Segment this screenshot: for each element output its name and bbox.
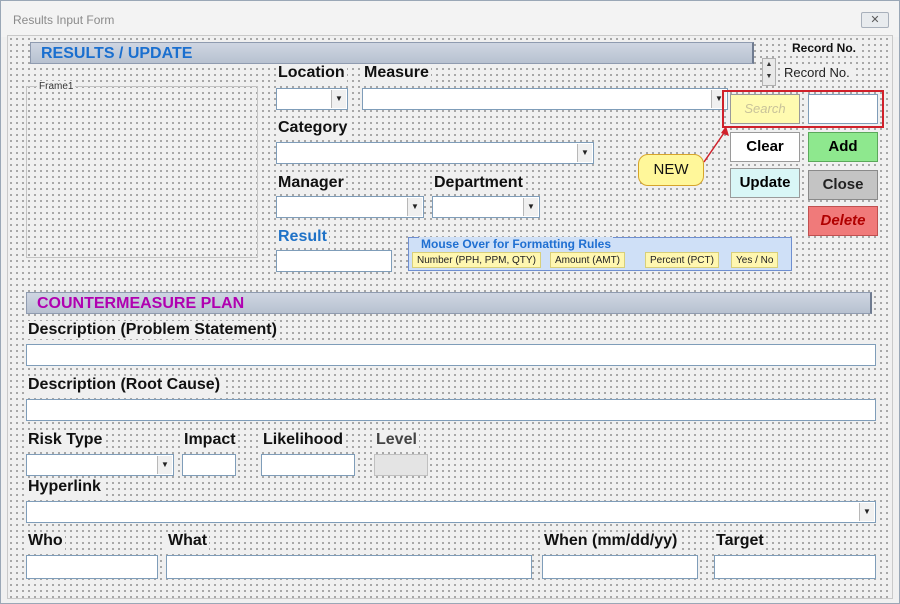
record-no-label: Record No. xyxy=(782,65,852,80)
close-button[interactable]: Close xyxy=(808,170,878,200)
result-input[interactable] xyxy=(276,250,392,272)
risk-type-dropdown[interactable]: ▼ xyxy=(26,454,174,476)
rule-amount[interactable]: Amount (AMT) xyxy=(550,252,626,268)
rule-yes-no[interactable]: Yes / No xyxy=(731,252,779,268)
rule-percent[interactable]: Percent (PCT) xyxy=(645,252,719,268)
department-label: Department xyxy=(432,174,525,192)
problem-statement-label: Description (Problem Statement) xyxy=(26,321,279,339)
close-window-button[interactable]: ✕ xyxy=(861,12,889,28)
frame1: Frame1 xyxy=(26,81,258,258)
update-button[interactable]: Update xyxy=(730,168,800,198)
delete-button[interactable]: Delete xyxy=(808,206,878,236)
manager-dropdown[interactable]: ▼ xyxy=(276,196,424,218)
risk-type-dropdown-arrow-icon[interactable]: ▼ xyxy=(157,456,172,474)
measure-dropdown[interactable]: ▼ xyxy=(362,88,728,110)
category-dropdown-arrow-icon[interactable]: ▼ xyxy=(577,144,592,162)
manager-label: Manager xyxy=(276,174,346,192)
countermeasure-plan-banner: COUNTERMEASURE PLAN xyxy=(26,292,872,314)
search-button[interactable]: Search xyxy=(730,94,800,124)
title-bar: Results Input Form ✕ xyxy=(1,1,899,37)
hyperlink-dropdown[interactable]: ▼ xyxy=(26,501,876,523)
problem-statement-input[interactable] xyxy=(26,344,876,366)
results-input-form-window: Results Input Form ✕ RESULTS / UPDATE Re… xyxy=(0,0,900,604)
formatting-rules-frame: Mouse Over for Formatting Rules Number (… xyxy=(408,237,792,271)
who-input[interactable] xyxy=(26,555,158,579)
result-label: Result xyxy=(276,228,329,246)
root-cause-input[interactable] xyxy=(26,399,876,421)
window-title: Results Input Form xyxy=(13,13,115,27)
location-label: Location xyxy=(276,64,347,82)
risk-type-label: Risk Type xyxy=(26,431,105,449)
root-cause-label: Description (Root Cause) xyxy=(26,376,223,394)
impact-input[interactable] xyxy=(182,454,236,476)
rule-number[interactable]: Number (PPH, PPM, QTY) xyxy=(412,252,541,268)
category-label: Category xyxy=(276,119,350,137)
level-readonly-field xyxy=(374,454,428,476)
measure-label: Measure xyxy=(362,64,431,82)
hyperlink-label: Hyperlink xyxy=(26,478,103,496)
target-input[interactable] xyxy=(714,555,876,579)
manager-dropdown-arrow-icon[interactable]: ▼ xyxy=(407,198,422,216)
category-dropdown[interactable]: ▼ xyxy=(276,142,594,164)
impact-label: Impact xyxy=(182,431,238,449)
likelihood-input[interactable] xyxy=(261,454,355,476)
level-label: Level xyxy=(374,431,419,449)
target-label: Target xyxy=(714,532,766,550)
results-update-banner: RESULTS / UPDATE xyxy=(30,42,754,64)
clear-button[interactable]: Clear xyxy=(730,132,800,162)
form-client-area: RESULTS / UPDATE Record No. ▲ ▼ Record No… xyxy=(7,35,893,599)
what-label: What xyxy=(166,532,210,550)
add-button[interactable]: Add xyxy=(808,132,878,162)
record-no-title: Record No. xyxy=(790,41,859,55)
department-dropdown-arrow-icon[interactable]: ▼ xyxy=(523,198,538,216)
new-callout: NEW xyxy=(638,154,704,186)
who-label: Who xyxy=(26,532,65,550)
record-spin-button[interactable]: ▲ ▼ xyxy=(762,58,776,86)
likelihood-label: Likelihood xyxy=(261,431,345,449)
when-input[interactable] xyxy=(542,555,698,579)
formatting-rules-title: Mouse Over for Formatting Rules xyxy=(419,237,614,251)
hyperlink-dropdown-arrow-icon[interactable]: ▼ xyxy=(859,503,874,521)
countermeasure-plan-banner-text: COUNTERMEASURE PLAN xyxy=(37,295,245,312)
search-input[interactable] xyxy=(808,94,878,124)
frame1-caption: Frame1 xyxy=(37,81,76,92)
results-update-banner-text: RESULTS / UPDATE xyxy=(41,45,193,62)
location-dropdown-arrow-icon[interactable]: ▼ xyxy=(331,90,346,108)
when-label: When (mm/dd/yy) xyxy=(542,532,680,550)
what-input[interactable] xyxy=(166,555,532,579)
location-dropdown[interactable]: ▼ xyxy=(276,88,348,110)
department-dropdown[interactable]: ▼ xyxy=(432,196,540,218)
